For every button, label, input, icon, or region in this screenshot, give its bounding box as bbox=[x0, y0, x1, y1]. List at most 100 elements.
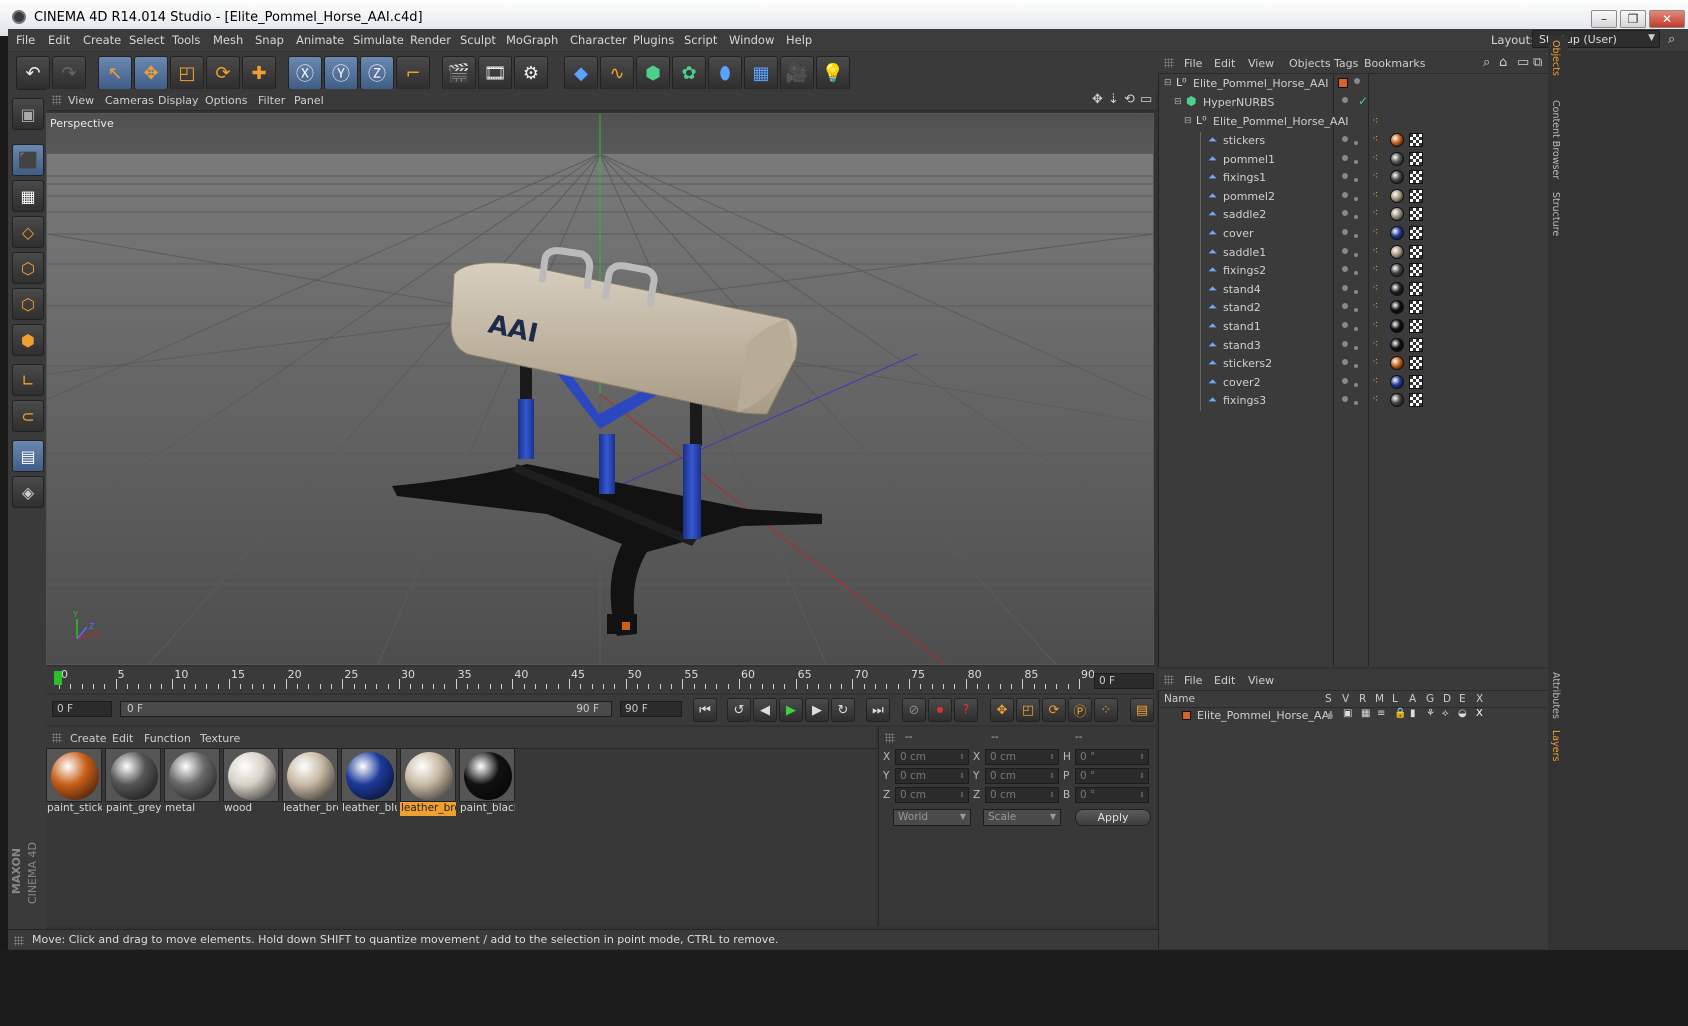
coordinate-value-field[interactable]: 0 cm ⇕ bbox=[985, 787, 1059, 803]
axis-mode-button[interactable]: ∟ bbox=[12, 364, 44, 396]
end-frame-field[interactable]: 90 F bbox=[620, 701, 682, 717]
close-button[interactable]: ✕ bbox=[1649, 10, 1685, 28]
timeline-window-button[interactable]: ▤ bbox=[1130, 698, 1154, 722]
key-position-button[interactable]: ✥ bbox=[990, 698, 1014, 722]
collapse-icon[interactable]: ▭ bbox=[1517, 55, 1529, 70]
apply-button[interactable]: Apply bbox=[1075, 809, 1151, 826]
visibility-dot[interactable] bbox=[1342, 247, 1348, 254]
polygons-mode-button[interactable]: ⬢ bbox=[12, 324, 44, 356]
workplane-mode-button[interactable]: ◇ bbox=[12, 216, 44, 248]
om-menu-objects[interactable]: Objects bbox=[1289, 57, 1331, 70]
layer-column-header[interactable]: L bbox=[1392, 693, 1398, 705]
search-icon[interactable]: ⌕ bbox=[1483, 55, 1490, 70]
scale-tool[interactable]: ◰ bbox=[170, 56, 204, 90]
object-row[interactable]: ⏶ pommel1 ⁖ bbox=[1160, 150, 1548, 170]
render-picture-viewer-button[interactable]: 🎞 bbox=[478, 56, 512, 90]
visibility-dot[interactable] bbox=[1342, 210, 1348, 217]
uvw-tag-icon[interactable] bbox=[1409, 133, 1423, 147]
frame-range-slider[interactable]: 0 F 90 F bbox=[120, 701, 612, 717]
menu-create[interactable]: Create bbox=[83, 33, 121, 47]
object-row-hypernurbs[interactable]: ⊟ ⬢ HyperNURBS ✓ bbox=[1160, 94, 1548, 112]
stepper-icon[interactable]: ⇕ bbox=[1049, 788, 1055, 802]
object-row[interactable]: ⏶ stickers ⁖ bbox=[1160, 132, 1548, 151]
om-menu-tags[interactable]: Tags bbox=[1334, 57, 1358, 70]
material-tag-icon[interactable] bbox=[1390, 263, 1404, 278]
render-dot[interactable] bbox=[1354, 234, 1358, 238]
previous-frame-button[interactable]: ◀ bbox=[753, 698, 777, 722]
uvw-tag-icon[interactable] bbox=[1409, 300, 1423, 315]
uvw-tag-icon[interactable] bbox=[1409, 151, 1423, 166]
object-row-group[interactable]: ⊟ L⁰ Elite_Pommel_Horse_AAI ⁖ bbox=[1160, 113, 1548, 131]
viewport-menu-filter[interactable]: Filter bbox=[258, 94, 285, 107]
tab-objects[interactable]: Objects bbox=[1547, 40, 1561, 76]
model-mode-button[interactable]: ⬛ bbox=[12, 144, 44, 176]
coordinate-value-field[interactable]: 0 ° ⇕ bbox=[1075, 749, 1149, 765]
stepper-icon[interactable]: ⇕ bbox=[1139, 788, 1145, 802]
stepper-icon[interactable]: ⇕ bbox=[1139, 750, 1145, 764]
uvw-tag-icon[interactable] bbox=[1409, 374, 1423, 389]
key-parameter-button[interactable]: Ⓟ bbox=[1068, 698, 1092, 722]
object-row[interactable]: ⏶ stand2 ⁖ bbox=[1160, 299, 1548, 319]
zoom-view-icon[interactable]: ⇣ bbox=[1108, 92, 1119, 107]
layer-column-header[interactable]: G bbox=[1426, 693, 1434, 705]
animation-toggle-icon[interactable]: ▮ bbox=[1410, 708, 1416, 719]
menu-edit[interactable]: Edit bbox=[48, 33, 70, 47]
add-deformer-button[interactable]: ⬮ bbox=[708, 56, 742, 90]
new-window-icon[interactable]: ⧉ bbox=[1533, 55, 1542, 70]
menu-select[interactable]: Select bbox=[129, 33, 164, 47]
coordinate-value-field[interactable]: 0 cm ⇕ bbox=[985, 749, 1059, 765]
menu-snap[interactable]: Snap bbox=[255, 33, 284, 47]
render-dot[interactable] bbox=[1354, 271, 1358, 276]
layer-column-header[interactable]: D bbox=[1443, 693, 1451, 705]
collapse-toggle-icon[interactable]: ⊟ bbox=[1184, 116, 1192, 126]
material-tag-icon[interactable] bbox=[1390, 393, 1404, 408]
coordinate-value-field[interactable]: 0 cm ⇕ bbox=[895, 768, 969, 784]
menu-plugins[interactable]: Plugins bbox=[633, 33, 674, 47]
tab-structure[interactable]: Structure bbox=[1547, 192, 1561, 236]
uvw-tag-icon[interactable] bbox=[1409, 281, 1423, 296]
layer-column-header[interactable]: R bbox=[1359, 693, 1366, 705]
add-cube-button[interactable]: ◆ bbox=[564, 56, 598, 90]
next-frame-button[interactable]: ▶ bbox=[805, 698, 829, 722]
live-selection-tool[interactable]: ↖ bbox=[98, 56, 132, 90]
phong-tag-icon[interactable]: ⁖ bbox=[1372, 318, 1378, 331]
phong-tag-icon[interactable]: ⁖ bbox=[1372, 374, 1378, 387]
uvw-tag-icon[interactable] bbox=[1409, 393, 1423, 408]
material-tag-icon[interactable] bbox=[1390, 151, 1404, 166]
pan-view-icon[interactable]: ✥ bbox=[1092, 92, 1103, 107]
render-dot[interactable] bbox=[1354, 141, 1358, 145]
material-tag-icon[interactable] bbox=[1390, 319, 1404, 333]
deformers-toggle-icon[interactable]: ⟡ bbox=[1442, 708, 1449, 719]
visibility-dot[interactable] bbox=[1342, 303, 1348, 310]
coordinate-value-field[interactable]: 0 cm ⇕ bbox=[895, 749, 969, 765]
solo-mode-button[interactable]: ◈ bbox=[12, 476, 44, 508]
material-swatch[interactable]: leather_brc bbox=[282, 748, 338, 816]
add-camera-button[interactable]: 🎥 bbox=[780, 56, 814, 90]
menu-simulate[interactable]: Simulate bbox=[353, 33, 404, 47]
uvw-tag-icon[interactable] bbox=[1409, 356, 1423, 371]
visibility-dot[interactable] bbox=[1342, 97, 1348, 103]
phong-tag-icon[interactable]: ⁖ bbox=[1372, 244, 1378, 257]
coordinate-system-dropdown[interactable]: World ▼ bbox=[893, 809, 971, 826]
record-keys-button[interactable]: ⊘ bbox=[902, 698, 926, 722]
render-toggle-icon[interactable]: ▦ bbox=[1361, 708, 1370, 719]
viewport-menu-cameras[interactable]: Cameras bbox=[105, 94, 154, 107]
material-swatch[interactable]: paint_stick bbox=[46, 748, 102, 816]
viewport-menu-panel[interactable]: Panel bbox=[294, 94, 324, 107]
object-row[interactable]: ⏶ stand1 ⁖ bbox=[1160, 318, 1548, 337]
layer-row[interactable]: Elite_Pommel_Horse_AAI ▣ ▦ ≡ 🔒 ▮ ⚘ ⟡ ◒ X bbox=[1160, 708, 1546, 724]
render-dot[interactable] bbox=[1354, 382, 1358, 387]
stepper-icon[interactable]: ⇕ bbox=[959, 750, 965, 764]
material-swatch[interactable]: paint_black bbox=[459, 748, 515, 816]
menu-help[interactable]: Help bbox=[786, 33, 812, 47]
perspective-viewport[interactable]: AAI Y X Z Perspective bbox=[46, 113, 1154, 665]
x-axis-lock-button[interactable]: Ⓧ bbox=[288, 56, 322, 90]
current-frame-field[interactable]: 0 F bbox=[1094, 673, 1154, 689]
phong-tag-icon[interactable]: ⁖ bbox=[1372, 188, 1378, 201]
coordinate-value-field[interactable]: 0 ° ⇕ bbox=[1075, 768, 1149, 784]
material-tag-icon[interactable] bbox=[1390, 170, 1404, 185]
material-tag-icon[interactable] bbox=[1390, 374, 1404, 389]
recent-tool-button[interactable]: ✚ bbox=[242, 56, 276, 90]
uvw-tag-icon[interactable] bbox=[1409, 226, 1423, 240]
lm-menu-view[interactable]: View bbox=[1248, 674, 1274, 687]
